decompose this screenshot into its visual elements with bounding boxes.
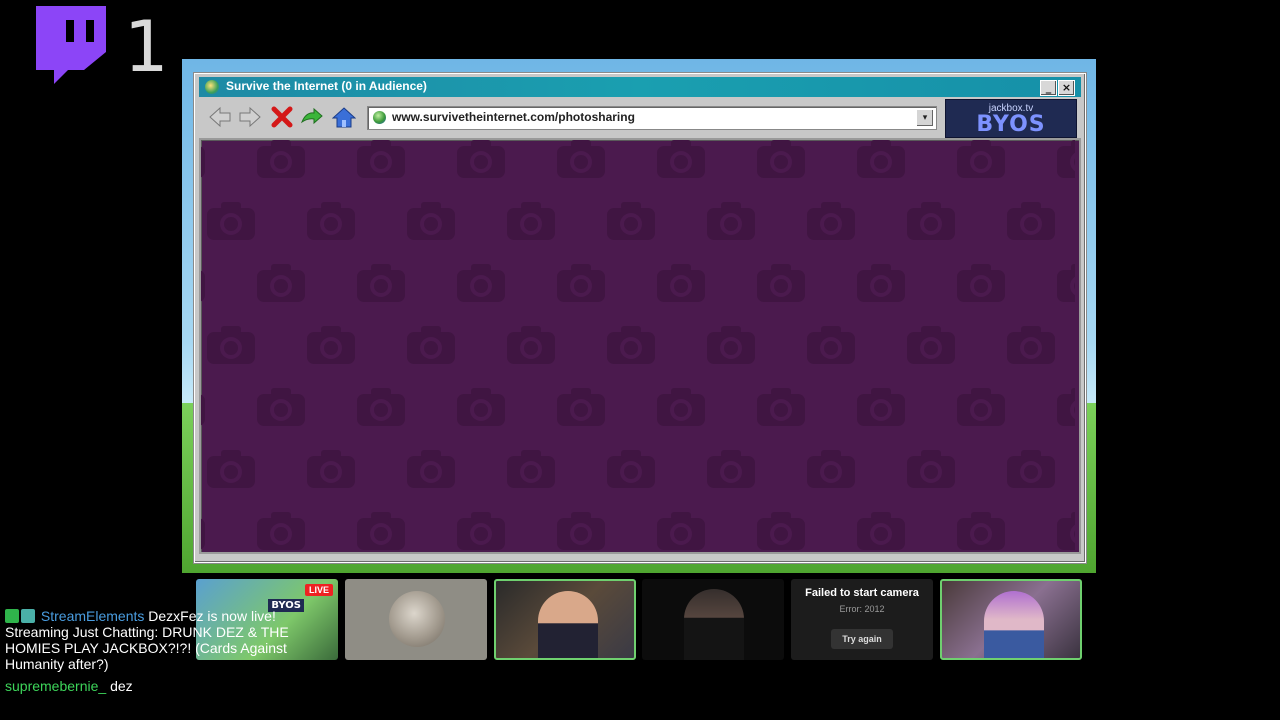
forward-button[interactable] bbox=[237, 104, 263, 130]
twitch-logo-icon bbox=[36, 6, 106, 84]
webcam-tile-2[interactable] bbox=[345, 579, 487, 660]
camera-pattern-background bbox=[201, 140, 1075, 550]
address-url[interactable]: www.survivetheinternet.com/photosharing bbox=[392, 110, 635, 124]
app-globe-icon bbox=[205, 80, 219, 94]
chat-username[interactable]: supremebernie_ bbox=[5, 678, 106, 694]
title-bar: Survive the Internet (0 in Audience) _ × bbox=[199, 77, 1081, 97]
logo-byos-text: BYOS bbox=[976, 112, 1046, 137]
game-content-area[interactable] bbox=[199, 138, 1081, 554]
stop-x-icon bbox=[271, 106, 293, 128]
moderator-badge-icon bbox=[5, 609, 19, 623]
back-button[interactable] bbox=[207, 104, 233, 130]
bot-badge-icon bbox=[21, 609, 35, 623]
chat-message: supremebernie_ dez bbox=[5, 678, 315, 694]
webcam-tile-4[interactable] bbox=[642, 579, 784, 660]
participant-video bbox=[538, 591, 598, 658]
forward-arrow-icon bbox=[239, 106, 261, 128]
cat-avatar bbox=[389, 591, 445, 647]
chat-text: dez bbox=[110, 678, 133, 694]
address-dropdown-button[interactable]: ▾ bbox=[916, 109, 934, 127]
try-again-button[interactable]: Try again bbox=[831, 629, 893, 649]
chat-message: StreamElements DezxFez is now live! Stre… bbox=[5, 608, 315, 672]
stop-button[interactable] bbox=[269, 104, 295, 130]
close-button[interactable]: × bbox=[1058, 80, 1075, 96]
browser-window: Survive the Internet (0 in Audience) _ × bbox=[194, 73, 1086, 563]
browser-toolbar: www.survivetheinternet.com/photosharing … bbox=[199, 99, 1081, 138]
go-arrow-icon bbox=[300, 107, 323, 125]
window-title: Survive the Internet (0 in Audience) bbox=[226, 79, 427, 93]
participant-video bbox=[984, 591, 1044, 658]
jackbox-byos-logo: jackbox.tv BYOS bbox=[945, 99, 1077, 138]
back-arrow-icon bbox=[209, 106, 231, 128]
mouse-cursor-icon bbox=[929, 553, 937, 554]
viewer-count: 1 bbox=[124, 6, 169, 88]
address-bar[interactable]: www.survivetheinternet.com/photosharing … bbox=[367, 106, 937, 130]
go-button[interactable] bbox=[299, 104, 325, 130]
home-icon bbox=[332, 107, 356, 128]
chat-username[interactable]: StreamElements bbox=[41, 608, 144, 624]
minimize-button[interactable]: _ bbox=[1040, 80, 1057, 96]
participant-video bbox=[684, 589, 744, 660]
camera-failed-title: Failed to start camera bbox=[805, 587, 919, 599]
home-button[interactable] bbox=[331, 104, 357, 130]
webcam-tile-3[interactable] bbox=[494, 579, 636, 660]
webcam-tile-6[interactable] bbox=[940, 579, 1082, 660]
live-badge: LIVE bbox=[304, 584, 333, 596]
camera-error-code: Error: 2012 bbox=[839, 604, 885, 614]
webcam-tile-failed: Failed to start camera Error: 2012 Try a… bbox=[791, 579, 933, 660]
globe-icon bbox=[373, 111, 386, 124]
chat-overlay: StreamElements DezxFez is now live! Stre… bbox=[5, 608, 315, 700]
